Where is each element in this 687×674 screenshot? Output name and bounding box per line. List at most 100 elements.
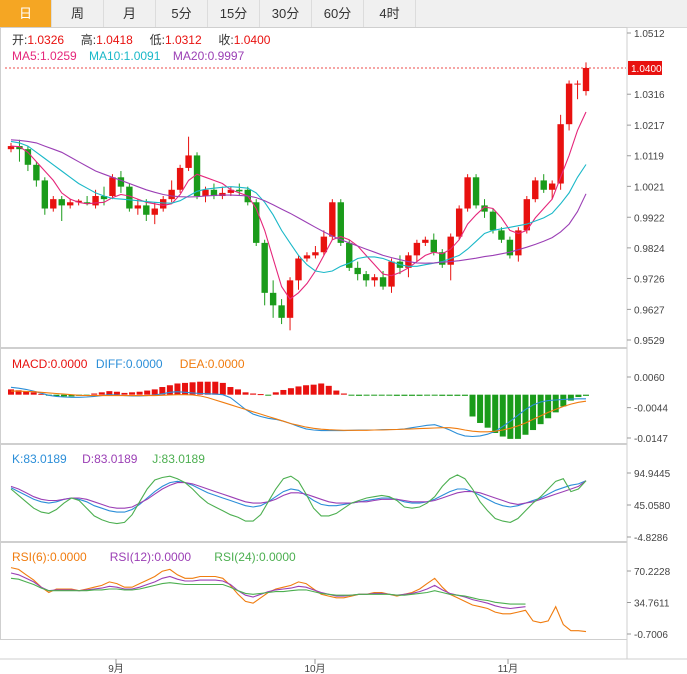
ma-legend-1: MA10:1.0091 — [89, 49, 161, 63]
candle-body — [430, 239, 437, 253]
candle-body — [33, 164, 40, 181]
rsi-legend-2: RSI(24):0.0000 — [214, 550, 296, 564]
macd-bar — [356, 394, 363, 396]
tab-2[interactable]: 月 — [104, 0, 156, 27]
macd-bar — [303, 385, 310, 395]
candle-body — [540, 180, 547, 190]
macd-bar — [461, 394, 468, 396]
ohlc-legend-1: 高:1.0418 — [81, 32, 133, 47]
candle-body — [295, 258, 302, 281]
candle-body — [354, 267, 361, 275]
tab-6[interactable]: 60分 — [312, 0, 364, 27]
y-tick-label: 1.0217 — [634, 121, 665, 132]
chart-panels — [0, 27, 687, 660]
y-tick-label: 0.9627 — [634, 305, 665, 316]
ohlc-legend-2: 低:1.0312 — [150, 33, 202, 47]
macd-bar — [212, 381, 219, 395]
macd-bar — [272, 392, 279, 395]
macd-bar — [454, 394, 461, 396]
macd-bar — [204, 381, 211, 395]
candle-body — [565, 83, 573, 125]
macd-bar — [439, 394, 446, 396]
macd-bar — [242, 392, 249, 395]
macd-bar — [545, 394, 552, 419]
kdj-k-line — [10, 480, 587, 513]
tab-7[interactable]: 4时 — [364, 0, 416, 27]
macd-bar — [295, 386, 302, 395]
period-tabs: 日周月 5分 15分 30分 60分 4时 — [0, 0, 687, 28]
candle-body — [134, 205, 142, 209]
macd-bar — [106, 391, 113, 395]
candle-body — [489, 211, 497, 231]
candle-body — [109, 177, 116, 197]
y-tick-label: 94.9445 — [634, 469, 671, 480]
macd-bar — [197, 381, 204, 395]
candle-body — [126, 186, 133, 209]
candle-body — [92, 196, 99, 206]
candle-body — [523, 199, 531, 231]
candle-body — [269, 292, 277, 306]
macd-bar — [401, 394, 408, 396]
tab-0[interactable]: 日 — [0, 0, 52, 27]
tab-3[interactable]: 5分 — [156, 0, 208, 27]
ohlc-legend-0: 开:1.0326 — [12, 33, 64, 47]
candle-body — [532, 180, 539, 200]
ma-line-MA10 — [10, 140, 587, 274]
candle-body — [24, 149, 32, 165]
candle-body — [472, 177, 480, 206]
candle-body — [379, 277, 387, 287]
candle-body — [58, 199, 65, 206]
macd-bar — [583, 394, 589, 396]
stock-chart: 1.0400 开:1.0326 高:1.0418 低:1.0312 收:1.0400 M… — [0, 27, 687, 674]
macd-dea-line — [11, 390, 587, 433]
y-tick-label: 70.2228 — [634, 567, 671, 578]
y-tick-label: 1.0316 — [634, 90, 665, 101]
macd-bar — [386, 394, 393, 396]
macd-bar — [318, 383, 325, 395]
y-tick-label: 0.9824 — [634, 244, 665, 255]
candle-body — [41, 180, 49, 209]
macd-bar — [136, 391, 143, 395]
candle-body — [160, 199, 167, 209]
macd-bar — [121, 392, 128, 395]
macd-bar — [325, 385, 332, 395]
candle-body — [371, 277, 378, 281]
tab-5[interactable]: 30分 — [260, 0, 312, 27]
candle-body — [117, 177, 125, 187]
x-tick-label: 10月 — [304, 663, 325, 674]
macd-bar — [250, 393, 257, 395]
ma-legend-0: MA5:1.0259 — [12, 49, 77, 63]
y-tick-label: -4.8286 — [634, 533, 668, 544]
last-price-label: 1.0400 — [631, 64, 662, 75]
candle-body — [236, 189, 243, 192]
macd-bar — [219, 382, 226, 395]
macd-bar — [393, 394, 400, 396]
candle-body — [66, 202, 74, 206]
y-tick-label: 0.9922 — [634, 213, 665, 224]
macd-bar — [340, 393, 347, 395]
macd-bar — [234, 389, 241, 395]
macd-bar — [227, 387, 234, 395]
macd-bar — [408, 394, 415, 396]
y-tick-label: -0.7006 — [634, 630, 668, 641]
tab-4[interactable]: 15分 — [208, 0, 260, 27]
macd-bar — [507, 394, 514, 439]
y-tick-label: 45.0580 — [634, 501, 671, 512]
macd-bar — [537, 394, 544, 425]
macd-bar — [113, 391, 120, 395]
tab-1[interactable]: 周 — [52, 0, 104, 27]
macd-bar — [310, 384, 317, 395]
y-tick-label: 0.9529 — [634, 336, 665, 347]
macd-bar — [530, 394, 537, 431]
candle-body — [362, 274, 370, 281]
y-tick-label: -0.0147 — [634, 434, 668, 445]
y-tick-label: 34.7611 — [634, 599, 670, 610]
candle-body — [329, 202, 336, 237]
macd-bar — [144, 390, 151, 395]
macd-bar — [151, 389, 158, 395]
candle-body — [303, 255, 311, 259]
macd-bar — [257, 394, 264, 396]
macd-bar — [371, 394, 378, 396]
macd-bar — [522, 394, 529, 435]
macd-legend-2: DEA:0.0000 — [180, 357, 245, 371]
